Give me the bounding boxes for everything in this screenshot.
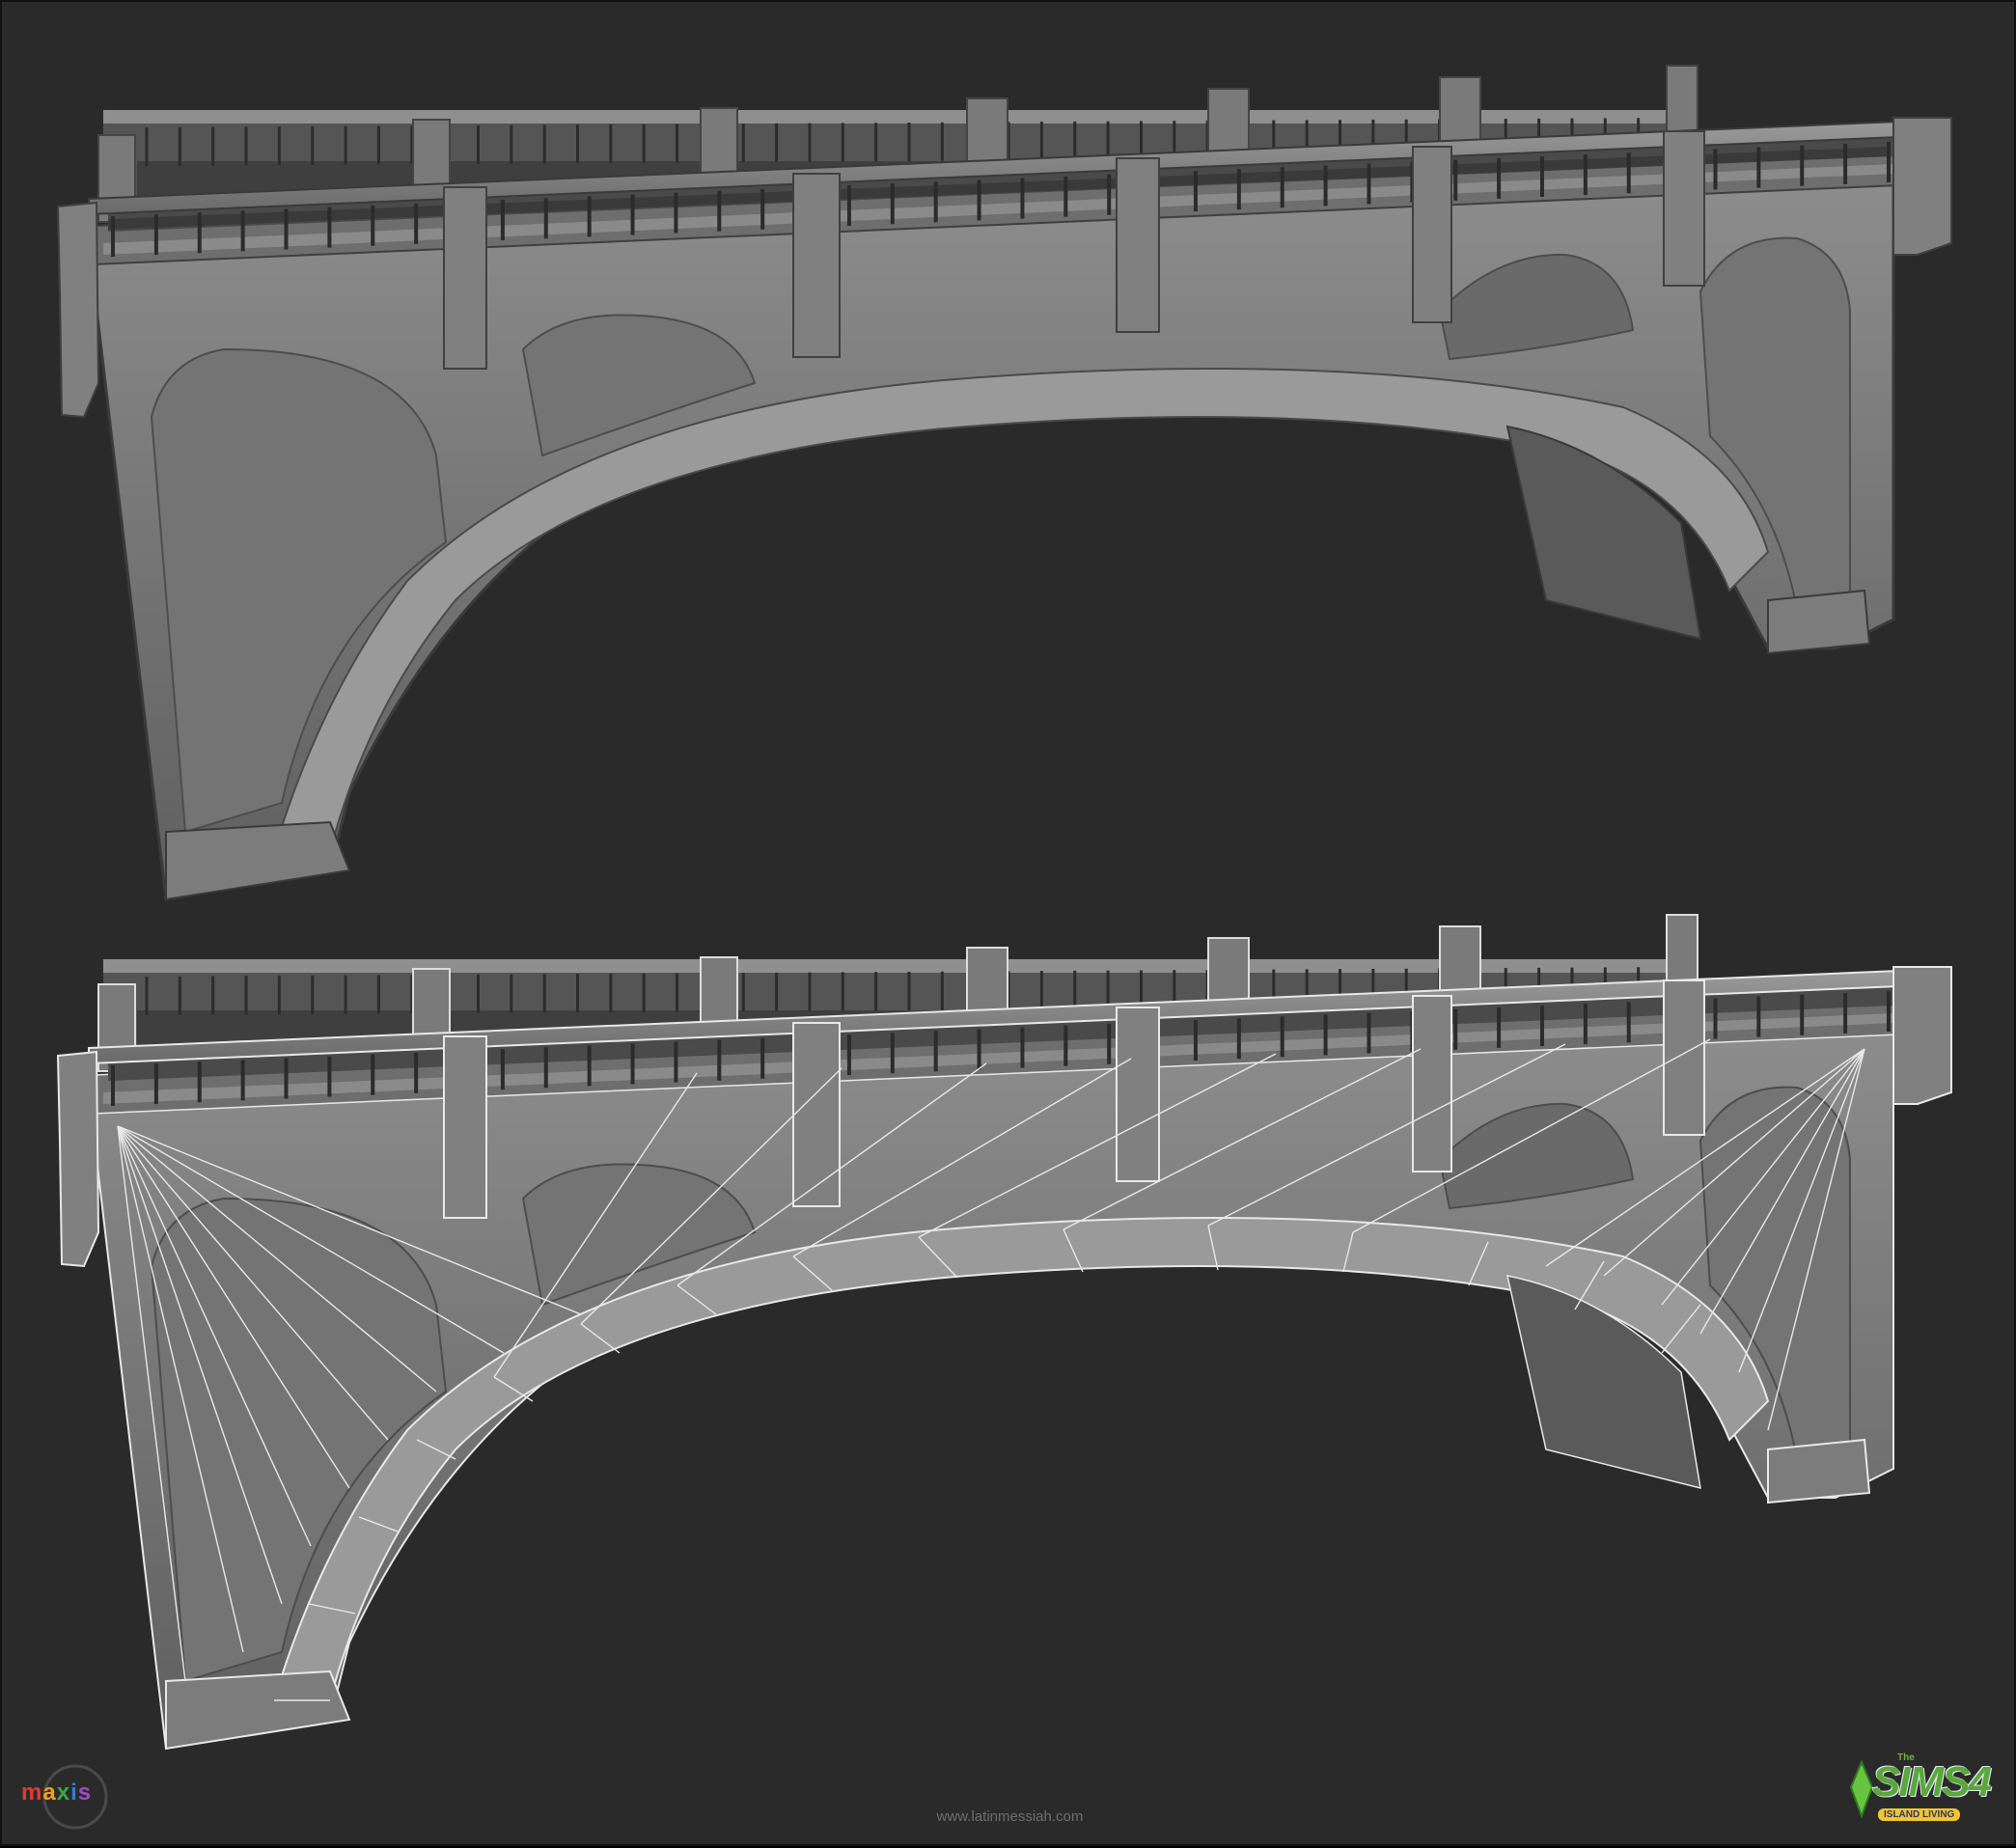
shaded-bridge-model	[56, 65, 1952, 901]
website-watermark: www.latinmessiah.com	[936, 1808, 1084, 1825]
render-canvas: maxis The SIMS4 ISLAND LIVING www.latinm…	[0, 0, 2016, 1846]
wireframe-bridge-model	[56, 914, 1952, 1751]
maxis-wordmark: maxis	[21, 1779, 93, 1806]
bridge-renders	[56, 65, 1952, 1751]
sims-title: SIMS4	[1872, 1758, 1992, 1806]
